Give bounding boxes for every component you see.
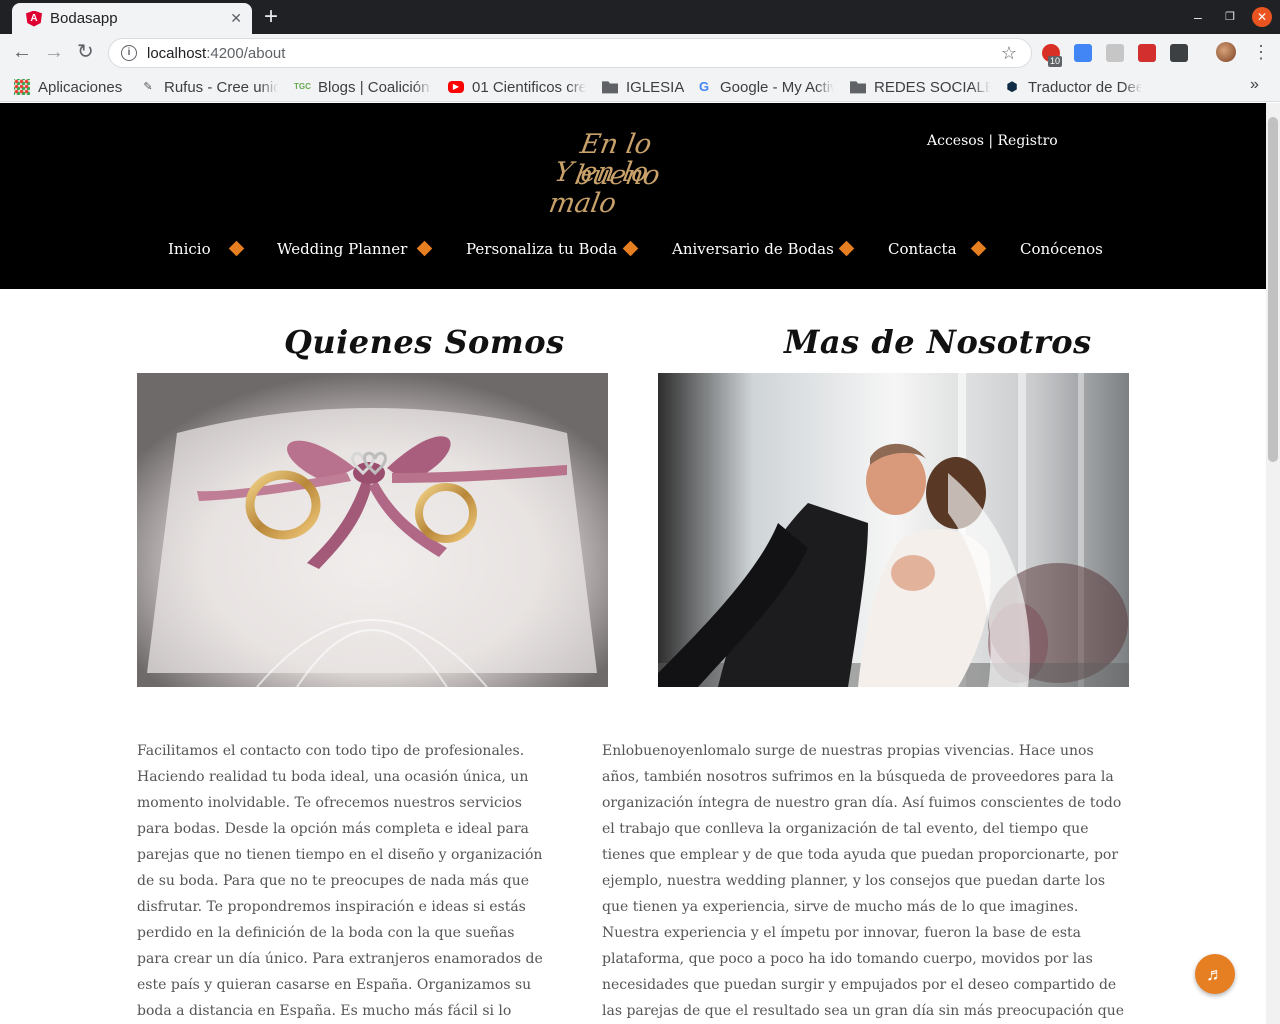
browser-toolbar: ← → ↻ i localhost:4200/about ☆ 10 ⋮ [0,34,1280,72]
back-icon[interactable]: ← [12,42,32,62]
bookmark-label: IGLESIA [626,78,684,96]
bookmark-redes[interactable]: REDES SOCIALES [850,76,990,98]
url-host: localhost [147,44,207,62]
close-window-icon[interactable]: ✕ [1252,7,1272,27]
folder-icon [850,81,866,94]
main-nav: Inicio Wedding Planner Personaliza tu Bo… [0,238,1266,268]
quienes-somos-title: Quienes Somos [284,323,565,361]
nav-contacta[interactable]: Contacta [888,238,957,260]
bookmark-google[interactable]: G Google - My Activ [696,76,834,98]
browser-menu-icon[interactable]: ⋮ [1252,41,1270,63]
nav-wedding-planner[interactable]: Wedding Planner [277,238,407,260]
mas-de-nosotros-title: Mas de Nosotros [784,323,1092,361]
angular-favicon-icon: A [26,10,42,27]
couple-dancing-image [658,373,1129,687]
bookmarks-bar: Aplicaciones ✎ Rufus - Cree unid TGC Blo… [0,72,1280,102]
bookmark-deepl[interactable]: ⬢ Traductor de Dee [1004,76,1142,98]
auth-separator: | [988,133,994,149]
bookmark-iglesia[interactable]: IGLESIA [602,76,684,98]
address-bar[interactable]: i localhost:4200/about ☆ [108,38,1032,68]
tgc-icon: TGC [294,82,311,91]
site-info-icon[interactable]: i [121,45,137,61]
folder-icon [602,81,618,94]
wedding-rings-illustration [137,373,608,687]
couple-dancing-illustration [658,373,1129,687]
mas-de-nosotros-text: Enlobuenoyenlomalo surge de nuestras pro… [602,743,1125,1019]
page-viewport: En lo bueno Y en lo malo Accesos | Regis… [0,103,1266,1024]
nav-inicio[interactable]: Inicio [168,238,211,260]
logo-line-2: Y en lo malo [546,157,651,219]
site-header: En lo bueno Y en lo malo Accesos | Regis… [0,103,1266,289]
quienes-somos-text: Facilitamos el contacto con todo tipo de… [137,743,543,1019]
translate-extension-icon[interactable] [1074,44,1092,62]
rufus-icon: ✎ [143,81,153,93]
reload-icon[interactable]: ↻ [77,42,94,62]
browser-tab[interactable]: A Bodasapp ✕ [12,3,252,34]
nav-separator-diamond [838,240,855,257]
extension-badge: 10 [1048,56,1063,67]
page-scrollbar[interactable] [1266,103,1280,1024]
bookmark-star-icon[interactable]: ☆ [1001,43,1017,64]
google-icon: G [698,79,710,94]
bookmark-rufus[interactable]: ✎ Rufus - Cree unid [140,76,278,98]
profile-avatar[interactable] [1216,42,1236,62]
auth-links: Accesos | Registro [927,133,1058,149]
nav-separator-diamond [970,240,987,257]
youtube-icon: ▶ [448,81,464,93]
bookmark-label: Aplicaciones [38,78,123,96]
more-bookmarks-icon[interactable]: » [1250,76,1259,94]
x-extension-icon[interactable] [1170,44,1188,62]
nav-conocenos[interactable]: Conócenos [1020,238,1103,260]
cast-extension-icon[interactable] [1106,44,1124,62]
tab-close-icon[interactable]: ✕ [230,10,242,27]
wedding-rings-image [137,373,608,687]
deepl-icon: ⬢ [1006,79,1018,94]
apps-grid-icon [14,79,30,95]
music-note-icon: ♬ [1206,964,1224,984]
minimize-icon[interactable]: – [1194,8,1202,26]
bookmark-apps[interactable]: Aplicaciones [14,76,128,98]
restore-icon[interactable]: ❐ [1225,8,1235,26]
nav-personaliza[interactable]: Personaliza tu Boda [466,238,617,260]
login-link[interactable]: Accesos [927,133,984,149]
bookmark-tgc[interactable]: TGC Blogs | Coalición [294,76,432,98]
nav-aniversario[interactable]: Aniversario de Bodas [672,238,834,260]
nav-separator-diamond [416,240,433,257]
pen-extension-icon[interactable] [1138,44,1156,62]
scrollbar-thumb[interactable] [1268,117,1278,462]
register-link[interactable]: Registro [998,133,1058,149]
site-logo[interactable]: En lo bueno Y en lo malo [547,127,708,219]
bookmark-youtube[interactable]: ▶ 01 Cientificos cre [448,76,586,98]
forward-icon[interactable]: → [44,42,64,62]
url-path: :4200/about [206,44,286,62]
tab-title: Bodasapp [50,10,118,27]
nav-separator-diamond [228,240,245,257]
music-player-button[interactable]: ♬ [1195,954,1235,994]
browser-titlebar: A Bodasapp ✕ + – ❐ ✕ [0,0,1280,34]
new-tab-icon[interactable]: + [264,5,278,29]
bookmark-label: Blogs | Coalición [318,78,430,96]
nav-separator-diamond [622,240,639,257]
